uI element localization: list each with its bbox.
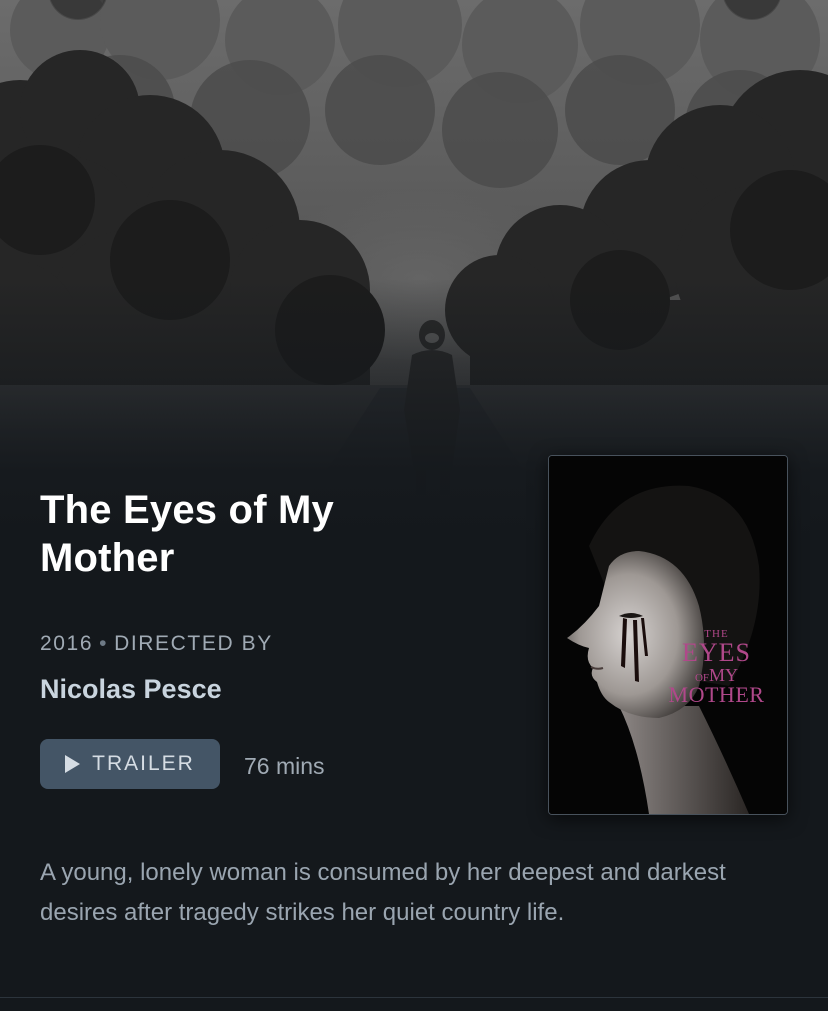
poster-title-text: THE EYES OFMY MOTHER [654, 629, 779, 706]
play-icon [65, 755, 81, 773]
meta-separator: • [99, 632, 109, 655]
directed-by-label: DIRECTED BY [114, 632, 273, 655]
trailer-button[interactable]: TRAILER [40, 739, 220, 789]
film-poster[interactable]: THE EYES OFMY MOTHER [548, 455, 788, 815]
poster-line-eyes: EYES [682, 638, 751, 667]
trailer-button-label: TRAILER [92, 752, 195, 775]
film-synopsis[interactable]: A young, lonely woman is consumed by her… [40, 853, 800, 933]
release-year[interactable]: 2016 [40, 632, 93, 655]
film-title: The Eyes of My Mother [40, 488, 334, 580]
film-meta-line: 2016 • DIRECTED BY [40, 630, 273, 658]
runtime: 76 mins [244, 753, 325, 779]
director-name[interactable]: Nicolas Pesce [40, 672, 222, 706]
poster-line-mother: MOTHER [668, 682, 765, 707]
section-divider [0, 997, 828, 998]
film-detail-screen: The Eyes of My Mother 2016 • DIRECTED BY N… [0, 0, 828, 1011]
